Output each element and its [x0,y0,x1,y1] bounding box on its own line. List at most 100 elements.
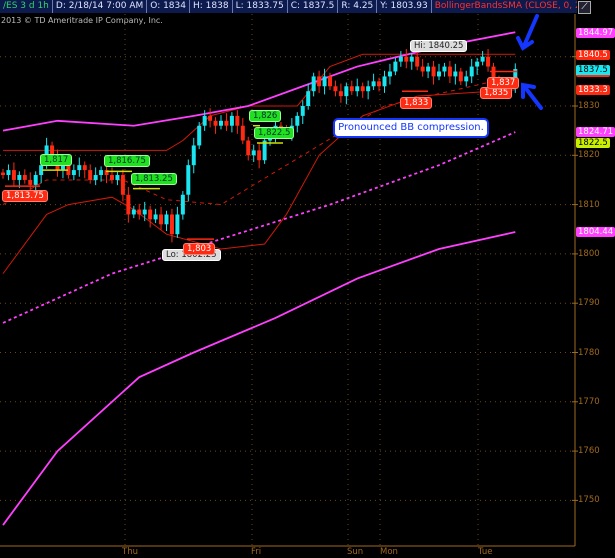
candle-body [415,56,420,67]
day-label: Tue [478,547,493,557]
y-tick-label: 1750 [578,495,600,506]
candle-body [393,61,398,72]
candle-body [224,120,229,126]
price-label: 1,837 [487,77,520,89]
candle-body [208,115,213,121]
price-label: 1,813.75 [2,190,48,202]
candle-body [120,175,125,195]
candle-body [229,115,234,126]
candle-body [464,76,469,82]
candle-body [17,175,22,180]
candle-body [426,66,431,72]
day-label: Mon [380,547,398,557]
sma-slow-line [2,231,516,526]
y-tick-label: 1790 [578,298,600,309]
candle-body [355,86,360,92]
y-tick-label: 1760 [578,446,600,457]
axis-label-level: 1822.5 [576,138,610,148]
candle-body [371,81,376,87]
candle-body [110,175,114,180]
candle-body [137,209,142,215]
candle-body [475,61,480,67]
candle-body [447,66,452,77]
axis-label-sma-fast: 1844.97 [576,28,615,38]
candle-body [333,86,338,92]
candle-body [148,209,153,220]
candle-body [93,175,98,180]
candle-body [82,165,87,171]
candle-body [169,214,174,235]
candle-body [246,140,251,156]
candle-body [164,214,169,225]
chart-window: /ES 3 d 1h D: 2/18/14 7:00 AM O: 1834 H:… [0,0,615,558]
price-label: 1,822.5 [254,127,295,139]
y-tick-label: 1810 [578,199,600,210]
price-label: 1,816.75 [104,155,150,167]
candle-body [153,214,158,220]
day-label: Thu [122,547,138,557]
candle-body [431,66,436,77]
candle-body [469,66,474,77]
candle-body [175,214,180,235]
candle-body [115,175,120,180]
candle-body [1,172,5,176]
candle-body [409,56,414,62]
candle-body [257,150,262,161]
candle-body [71,170,76,176]
candle-body [131,209,136,215]
candle-body [387,71,392,77]
candle-body [311,76,316,92]
candle-body [22,175,27,180]
day-label: Sun [347,547,364,557]
candle-body [453,71,458,77]
axis-label-bb-upper: 1840.5 [576,50,610,60]
price-label: 1,826 [249,110,282,122]
y-tick-label: 1820 [578,150,600,161]
candle-body [235,115,240,126]
day-label: Fri [251,547,262,557]
price-chart[interactable] [0,0,615,558]
candle-body [186,165,191,195]
axis-label-sma-slow: 1804.44 [576,227,615,237]
bb-middle-line [2,75,516,206]
candle-body [437,71,441,77]
candle-body [180,194,185,215]
candle-body [480,56,485,62]
axis-label-sma-mid: 1824.71 [576,127,615,137]
candle-body [213,120,218,126]
candle-body [6,170,11,176]
arrow-icon [521,82,543,110]
annotation-callout: Pronounced BB compression. [333,118,489,138]
candle-body [377,81,382,87]
candle-body [77,165,82,171]
candle-body [344,86,349,97]
candle-body [142,209,147,215]
candle-body [338,91,343,97]
axis-label-last: 1837.5 [576,65,610,77]
candle-body [420,66,425,72]
candle-body [240,125,245,141]
candle-body [219,120,223,126]
candle-body [300,106,305,116]
candle-body [458,71,463,82]
candle-body [306,91,311,106]
candle-body [486,56,491,67]
price-label: 1,817 [40,154,73,166]
candle-body [295,115,300,126]
price-label: 1,803 [183,243,216,255]
candle-body [251,150,256,156]
candle-body [366,86,371,92]
candle-body [382,76,387,87]
candle-body [11,170,16,180]
arrow-icon [516,14,539,51]
candle-body [33,175,38,185]
candle-body [197,125,202,146]
y-tick-label: 1780 [578,347,600,358]
candle-body [442,66,447,72]
y-tick-label: 1830 [578,101,600,111]
candle-body [328,76,332,87]
candle-body [159,214,164,225]
candle-body [404,56,409,62]
candle-body [317,76,322,87]
candle-body [88,170,93,180]
